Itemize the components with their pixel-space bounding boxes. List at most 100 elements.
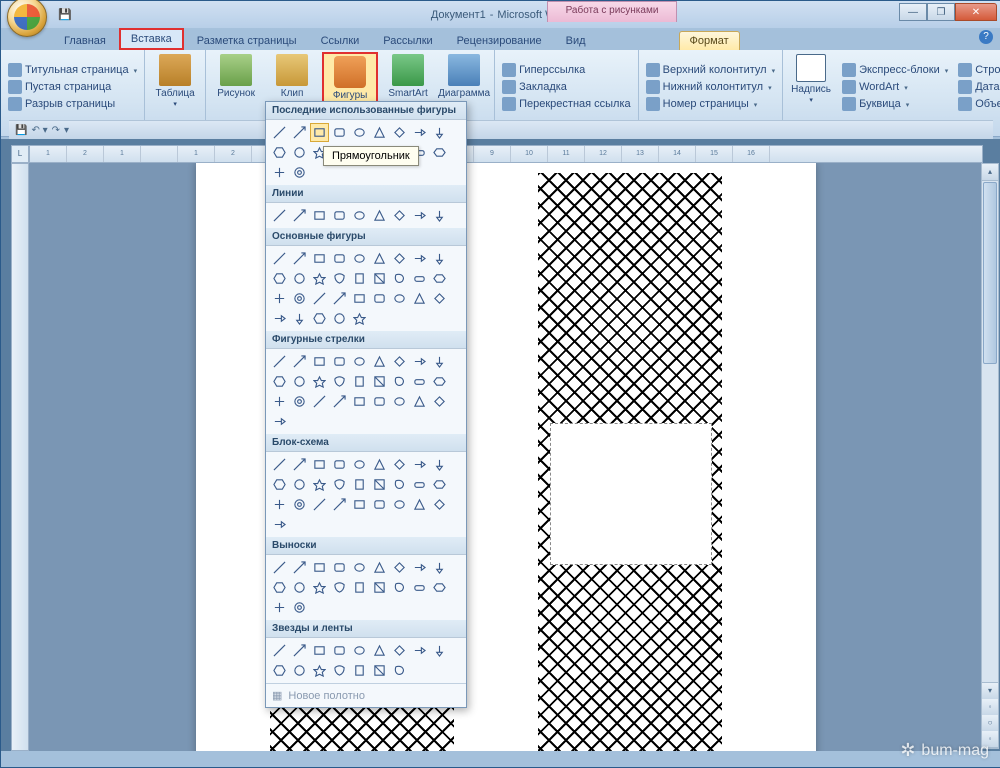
shape-option[interactable] (270, 352, 289, 371)
shape-option[interactable] (290, 372, 309, 391)
shape-option[interactable] (290, 475, 309, 494)
shape-option[interactable] (350, 558, 369, 577)
shape-option[interactable] (370, 372, 389, 391)
shape-option[interactable] (390, 289, 409, 308)
shape-option[interactable] (430, 269, 449, 288)
close-button[interactable]: ✕ (955, 3, 997, 21)
shape-option[interactable] (270, 515, 289, 534)
shape-option[interactable] (310, 206, 329, 225)
shape-option[interactable] (270, 558, 289, 577)
blank-page-button[interactable]: Пустая страница (5, 79, 140, 95)
shape-option[interactable] (290, 143, 309, 162)
new-canvas-item[interactable]: ▦ Новое полотно (266, 683, 466, 707)
hyperlink-button[interactable]: Гиперссылка (499, 62, 634, 78)
shape-option[interactable] (310, 641, 329, 660)
shape-option[interactable] (310, 475, 329, 494)
shape-option[interactable] (410, 455, 429, 474)
shape-option[interactable] (430, 289, 449, 308)
shape-option[interactable] (330, 123, 349, 142)
shape-option[interactable] (310, 269, 329, 288)
shape-option[interactable] (370, 455, 389, 474)
shape-option[interactable] (270, 598, 289, 617)
shape-option[interactable] (370, 495, 389, 514)
shape-option[interactable] (430, 475, 449, 494)
shape-option[interactable] (330, 455, 349, 474)
shape-option[interactable] (350, 206, 369, 225)
shape-option[interactable] (290, 661, 309, 680)
shape-option[interactable] (270, 163, 289, 182)
shape-option[interactable] (290, 578, 309, 597)
shape-option[interactable] (270, 495, 289, 514)
shape-option[interactable] (410, 352, 429, 371)
shape-option[interactable] (270, 372, 289, 391)
tab-selector[interactable]: L (11, 145, 29, 163)
header-button[interactable]: Верхний колонтитул (643, 62, 778, 78)
shape-option[interactable] (430, 206, 449, 225)
cover-page-button[interactable]: Титульная страница (5, 62, 140, 78)
shape-option[interactable] (370, 206, 389, 225)
shape-option[interactable] (370, 123, 389, 142)
shape-option[interactable] (290, 163, 309, 182)
shape-option[interactable] (350, 475, 369, 494)
shape-option[interactable] (330, 206, 349, 225)
shape-option[interactable] (430, 392, 449, 411)
shape-option[interactable] (410, 641, 429, 660)
maximize-button[interactable]: ❐ (927, 3, 955, 21)
shape-option[interactable] (310, 289, 329, 308)
shape-option[interactable] (370, 578, 389, 597)
shape-option[interactable] (350, 661, 369, 680)
shape-option[interactable] (390, 123, 409, 142)
shape-option[interactable] (370, 641, 389, 660)
shape-option[interactable] (290, 558, 309, 577)
object-button[interactable]: Объект (955, 96, 1000, 112)
shape-option[interactable] (350, 392, 369, 411)
shape-option[interactable] (290, 455, 309, 474)
qat-save-icon[interactable]: 💾 (57, 7, 73, 23)
vertical-scrollbar[interactable]: ▴ ▾ ◦ ○ ◦ (981, 163, 999, 749)
shape-option[interactable] (430, 578, 449, 597)
shape-option[interactable] (270, 392, 289, 411)
shape-option[interactable] (410, 392, 429, 411)
shape-option[interactable] (290, 206, 309, 225)
shape-option[interactable] (390, 661, 409, 680)
shape-option[interactable] (370, 352, 389, 371)
textbox-button[interactable]: Надпись▾ (787, 52, 835, 121)
shape-option[interactable] (390, 558, 409, 577)
shape-option[interactable] (410, 269, 429, 288)
shape-option[interactable] (370, 661, 389, 680)
minimize-button[interactable]: — (899, 3, 927, 21)
dropcap-button[interactable]: Буквица (839, 96, 951, 112)
shape-option[interactable] (290, 289, 309, 308)
shape-option[interactable] (370, 269, 389, 288)
wordart-button[interactable]: WordArt (839, 79, 951, 95)
shape-option[interactable] (350, 249, 369, 268)
shape-option[interactable] (310, 249, 329, 268)
shape-option[interactable] (310, 309, 329, 328)
tab-page-layout[interactable]: Разметка страницы (186, 31, 308, 50)
shape-option[interactable] (270, 455, 289, 474)
shape-option[interactable] (330, 641, 349, 660)
horizontal-ruler[interactable]: 12112345678910111213141516 (29, 145, 983, 163)
shape-option[interactable] (350, 309, 369, 328)
help-icon[interactable]: ? (979, 30, 993, 44)
shape-option[interactable] (330, 558, 349, 577)
shape-option[interactable] (270, 289, 289, 308)
shape-option[interactable] (430, 123, 449, 142)
shape-option[interactable] (390, 269, 409, 288)
shape-option[interactable] (370, 249, 389, 268)
shape-rectangle-2[interactable] (550, 423, 712, 565)
shape-option[interactable] (270, 269, 289, 288)
shape-option[interactable] (350, 352, 369, 371)
vertical-ruler[interactable] (11, 163, 29, 751)
signature-line-button[interactable]: Строка подписи (955, 62, 1000, 78)
shape-option[interactable] (310, 455, 329, 474)
shape-option[interactable] (290, 123, 309, 142)
shape-option[interactable] (310, 558, 329, 577)
shape-option[interactable] (330, 269, 349, 288)
shape-option[interactable] (270, 309, 289, 328)
shape-option[interactable] (310, 123, 329, 142)
shape-option[interactable] (290, 495, 309, 514)
shape-option[interactable] (270, 123, 289, 142)
shape-option[interactable] (430, 641, 449, 660)
shape-option[interactable] (270, 206, 289, 225)
